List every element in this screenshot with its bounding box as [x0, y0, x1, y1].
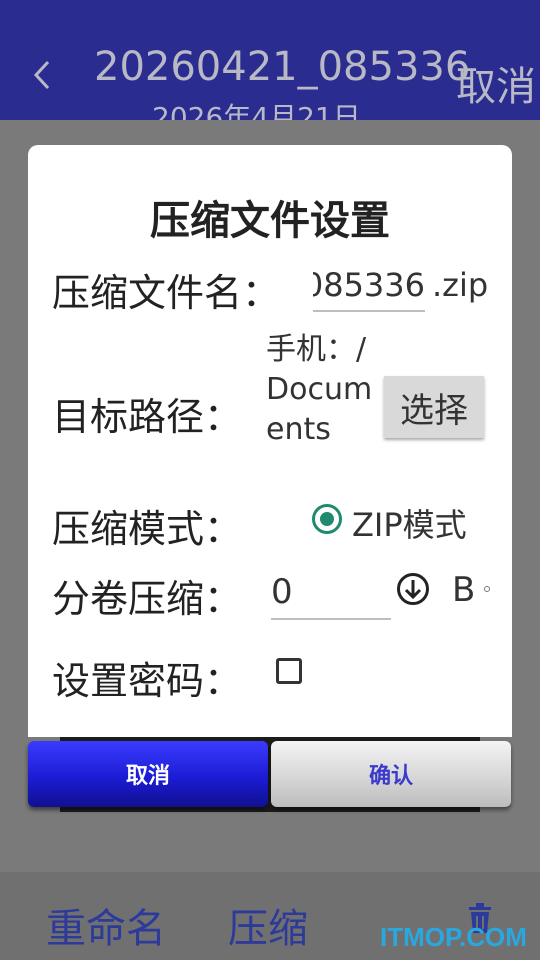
- filename-value: 085336: [313, 266, 425, 304]
- zip-mode-label[interactable]: ZIP模式: [352, 500, 467, 546]
- arrow-down-circle-icon[interactable]: [396, 572, 430, 606]
- cancel-button[interactable]: 取消: [28, 741, 268, 807]
- folder-date: 2026年4月21日: [152, 101, 361, 120]
- filename-extension: .zip: [432, 266, 489, 304]
- dot-icon: [484, 586, 490, 592]
- watermark: ITMOP.COM: [380, 922, 527, 952]
- split-unit[interactable]: B: [452, 570, 475, 610]
- choose-path-button[interactable]: 选择: [384, 376, 484, 438]
- dialog-title: 压缩文件设置: [150, 198, 390, 244]
- filename-input[interactable]: 085336: [313, 262, 425, 312]
- filename-label: 压缩文件名：: [52, 271, 281, 315]
- target-path-value: 手机：/Documents: [266, 332, 373, 447]
- compress-button[interactable]: 压缩: [228, 896, 308, 954]
- appbar-cancel-button[interactable]: 取消: [456, 54, 536, 112]
- folder-title: 20260421_085336: [94, 44, 471, 90]
- mode-label: 压缩模式：: [52, 507, 243, 551]
- split-label: 分卷压缩：: [52, 577, 243, 621]
- app-bar: 20260421_085336 2026年4月21日 取消: [0, 0, 540, 120]
- rename-button[interactable]: 重命名: [46, 896, 166, 954]
- password-checkbox[interactable]: [276, 658, 302, 684]
- confirm-button[interactable]: 确认: [271, 741, 511, 807]
- chevron-left-icon[interactable]: [32, 60, 52, 90]
- password-label: 设置密码：: [52, 659, 243, 703]
- target-path-label: 目标路径：: [52, 395, 243, 439]
- split-size-input[interactable]: 0: [271, 566, 391, 620]
- split-size-value: 0: [271, 572, 293, 612]
- zip-mode-radio[interactable]: [312, 504, 342, 534]
